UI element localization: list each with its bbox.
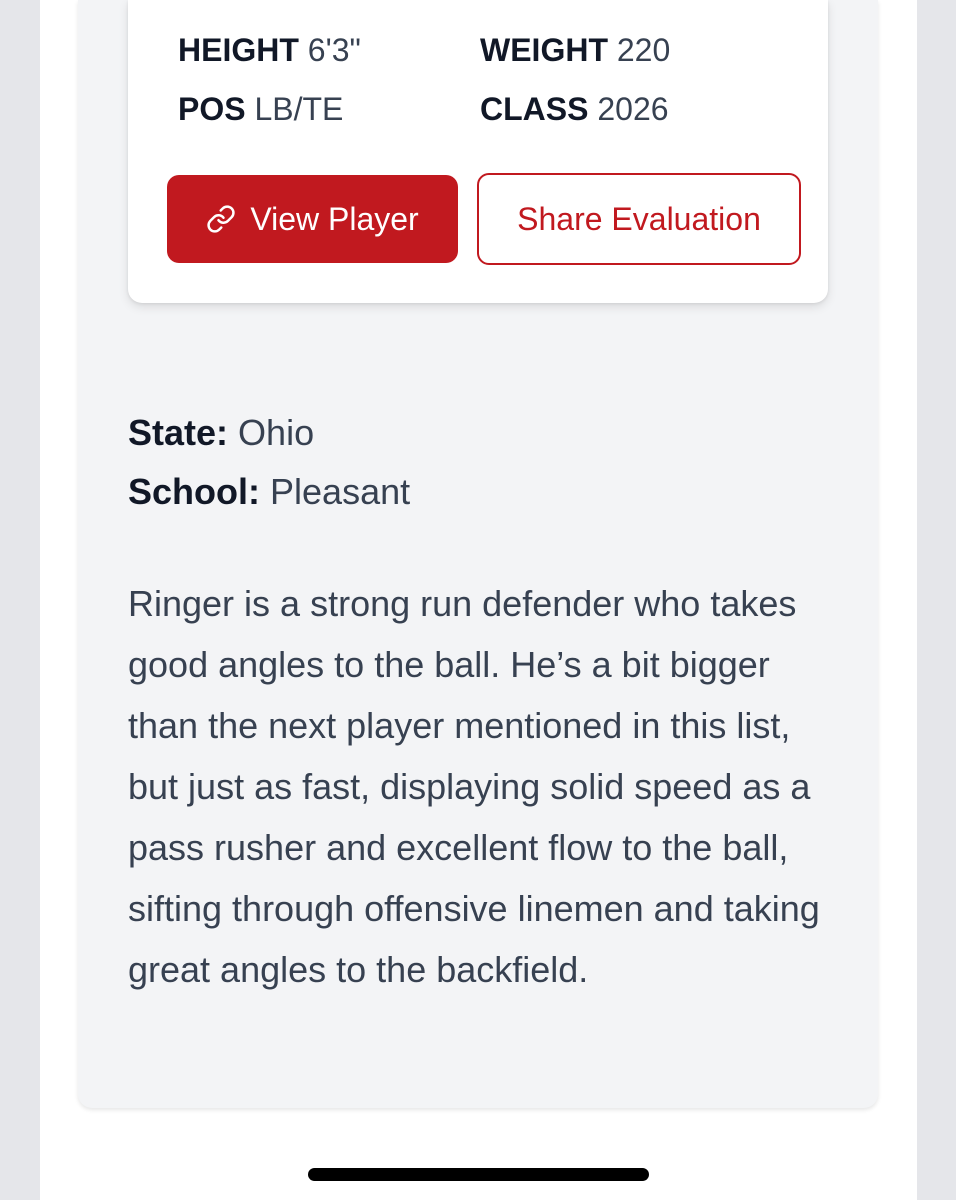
height-label: HEIGHT <box>178 32 299 68</box>
class-label: CLASS <box>480 91 589 127</box>
height-stat: HEIGHT 6'3" <box>178 30 361 70</box>
view-player-button[interactable]: View Player <box>167 175 458 263</box>
player-section: HEIGHT 6'3" WEIGHT 220 POS LB/TE CLASS 2… <box>78 0 878 1108</box>
pos-label: POS <box>178 91 246 127</box>
home-indicator[interactable] <box>308 1168 649 1181</box>
pos-value: LB/TE <box>254 91 344 127</box>
player-card: HEIGHT 6'3" WEIGHT 220 POS LB/TE CLASS 2… <box>128 0 828 303</box>
state-label: State: <box>128 412 229 453</box>
school-value: Pleasant <box>270 471 411 512</box>
state-row: State: Ohio <box>128 411 314 455</box>
page: HEIGHT 6'3" WEIGHT 220 POS LB/TE CLASS 2… <box>40 0 917 1200</box>
view-player-label: View Player <box>250 200 419 237</box>
state-value: Ohio <box>238 412 315 453</box>
school-row: School: Pleasant <box>128 470 410 514</box>
pos-stat: POS LB/TE <box>178 89 343 129</box>
weight-label: WEIGHT <box>480 32 608 68</box>
evaluation-text: Ringer is a strong run defender who take… <box>128 583 820 990</box>
class-value: 2026 <box>597 91 669 127</box>
share-evaluation-label: Share Evaluation <box>517 200 761 237</box>
school-label: School: <box>128 471 260 512</box>
height-value: 6'3" <box>307 32 361 68</box>
share-evaluation-button[interactable]: Share Evaluation <box>477 173 801 265</box>
weight-stat: WEIGHT 220 <box>480 30 670 70</box>
weight-value: 220 <box>616 32 671 68</box>
link-icon <box>206 204 236 234</box>
class-stat: CLASS 2026 <box>480 89 669 129</box>
